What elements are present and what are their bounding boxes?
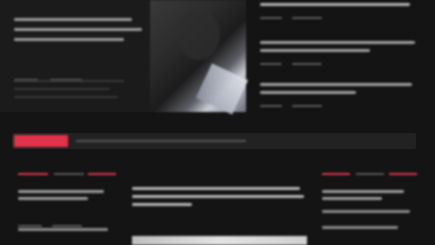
section-header-left [18,173,116,176]
breaking-text-line [76,140,246,142]
list-item[interactable] [18,228,118,242]
hero-excerpt [14,80,134,102]
list-item[interactable] [260,0,420,30]
breaking-label [14,135,68,147]
breaking-bar[interactable] [12,133,416,149]
hero-meta [14,68,94,81]
hero-image-shape [178,10,220,60]
hero-title[interactable] [14,15,144,55]
section-header-right [322,173,417,176]
feature-title[interactable] [132,187,307,221]
hero-image-bright [195,63,249,115]
list-item[interactable] [18,214,118,228]
list-item[interactable] [260,38,420,68]
list-item[interactable] [322,210,417,224]
left-column [18,190,118,245]
right-list [260,0,430,112]
list-item[interactable] [260,80,420,110]
feature-image[interactable] [132,236,307,245]
list-item[interactable] [322,226,417,240]
list-item[interactable] [322,190,417,208]
list-item[interactable] [18,190,118,210]
right-column [322,190,417,245]
hero-image[interactable] [150,0,249,115]
